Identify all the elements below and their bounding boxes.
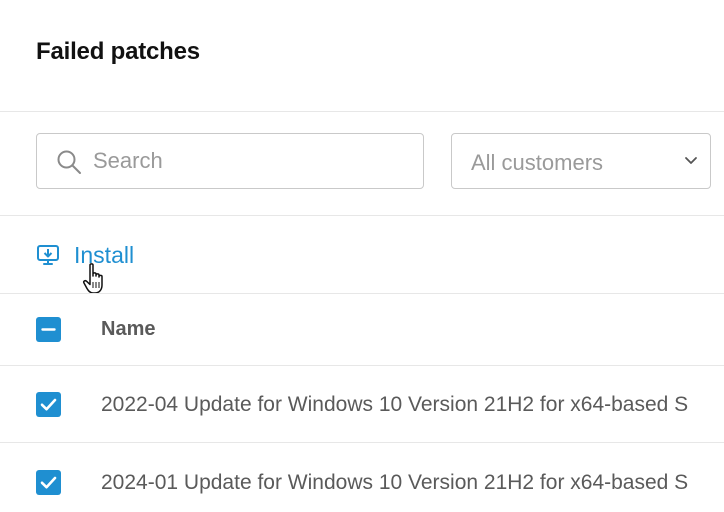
customer-select[interactable]: All customers [451, 133, 711, 189]
column-header-name[interactable]: Name [101, 318, 155, 341]
divider [0, 442, 724, 443]
search-icon [57, 150, 81, 174]
search-field[interactable] [36, 133, 424, 189]
table-row[interactable]: 2022-04 Update for Windows 10 Version 21… [101, 393, 688, 417]
minus-icon [41, 328, 56, 331]
page-title: Failed patches [36, 38, 200, 65]
search-input[interactable] [93, 134, 413, 188]
check-icon [40, 398, 57, 411]
chevron-down-icon [685, 157, 697, 164]
select-all-checkbox[interactable] [36, 317, 61, 342]
customer-select-value: All customers [471, 150, 604, 175]
row-checkbox[interactable] [36, 470, 61, 495]
table-row[interactable]: 2024-01 Update for Windows 10 Version 21… [101, 471, 688, 495]
install-icon [37, 245, 59, 265]
row-checkbox[interactable] [36, 392, 61, 417]
divider [0, 365, 724, 366]
divider [0, 111, 724, 112]
hand-cursor-icon [83, 263, 103, 294]
check-icon [40, 476, 57, 489]
divider [0, 293, 724, 294]
divider [0, 215, 724, 216]
